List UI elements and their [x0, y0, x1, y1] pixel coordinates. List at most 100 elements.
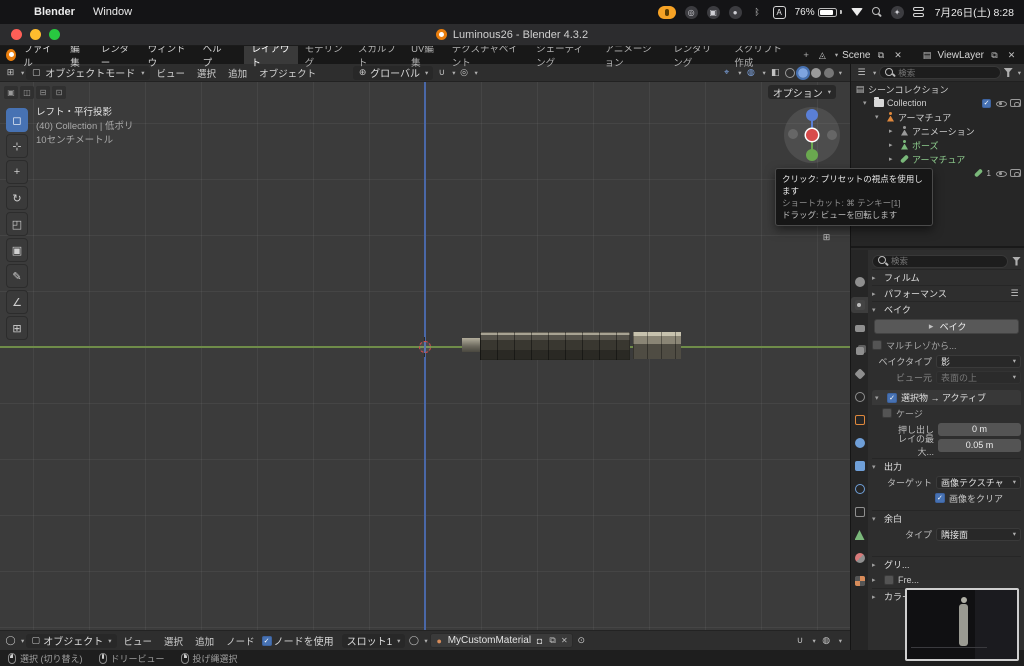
tab-uv[interactable]: UV編集	[404, 44, 445, 69]
use-nodes-checkbox[interactable]: ✓	[261, 635, 272, 646]
browse-material-icon[interactable]: ◯	[407, 634, 420, 647]
shading-material-icon[interactable]	[810, 67, 821, 78]
render-visibility-icon[interactable]	[1010, 99, 1021, 107]
shading-wireframe-icon[interactable]	[784, 67, 795, 78]
outliner-filter-icon[interactable]	[1003, 68, 1013, 77]
annotate-tool[interactable]: ✎	[6, 264, 28, 288]
tab-sculpt[interactable]: スカルプト	[351, 44, 404, 69]
transform-tool[interactable]: ▣	[6, 238, 28, 262]
tab-physics[interactable]	[851, 481, 868, 497]
spotlight-icon[interactable]	[871, 7, 882, 17]
extrusion-field[interactable]: 0 m	[938, 422, 1021, 436]
from-multires-checkbox[interactable]	[872, 340, 882, 350]
panel-margin[interactable]: ▾ 余白	[872, 510, 1021, 526]
battery-indicator[interactable]: 76%	[795, 7, 842, 18]
copy-material-icon[interactable]: ⧉	[548, 634, 557, 647]
outliner-editor-icon[interactable]: ☰	[855, 66, 868, 79]
panel-output[interactable]: ▾ 出力	[872, 458, 1021, 474]
add-workspace-button[interactable]: +	[796, 46, 816, 64]
render-visibility-icon[interactable]	[1010, 169, 1021, 177]
cage-checkbox[interactable]	[882, 408, 892, 418]
options-dropdown[interactable]: オプション ▾	[767, 85, 836, 100]
expand-icon[interactable]: ▸	[889, 155, 897, 163]
slot-dropdown[interactable]: スロット1 ▾	[341, 633, 406, 648]
fake-user-icon[interactable]: ◘	[535, 634, 544, 647]
status-icon-1[interactable]: ◎	[684, 5, 698, 19]
margin-type-dropdown[interactable]: 隣接面 ▾	[936, 527, 1021, 541]
panel-bake[interactable]: ▾ ベイク	[872, 301, 1021, 317]
bluetooth-icon[interactable]: ᛒ	[751, 6, 764, 19]
mesh-object-end[interactable]	[633, 332, 681, 359]
target-dropdown[interactable]: 画像テクスチャ ▾	[936, 475, 1021, 489]
tab-world[interactable]	[851, 389, 868, 405]
ray-distance-field[interactable]: 0.05 m	[938, 438, 1021, 452]
window-titlebar[interactable]: Luminous26 - Blender 4.3.2	[0, 24, 1024, 46]
show-gizmo-icon[interactable]: ⌖	[720, 66, 733, 79]
tab-object-data[interactable]	[851, 527, 868, 543]
ortho-grid-icon[interactable]: ⊞	[820, 231, 833, 244]
blender-app-icon[interactable]	[6, 49, 17, 61]
panel-grease-pencil[interactable]: ▸ グリ...	[872, 556, 1021, 572]
outliner-row-collection[interactable]: ▾ Collection ✓	[851, 96, 1024, 110]
pin-icon[interactable]: ⊙	[575, 634, 588, 647]
shader-type-dropdown[interactable]: ▢ オブジェクト ▾	[26, 633, 117, 648]
mic-indicator-icon[interactable]	[657, 5, 676, 19]
move-tool[interactable]: +	[6, 160, 28, 184]
viewlayer-name[interactable]: ViewLayer	[937, 50, 984, 61]
delete-scene-icon[interactable]: ✕	[891, 49, 904, 62]
editor-type-icon[interactable]: ⊞	[4, 66, 17, 79]
select-mode-intersect-icon[interactable]: ⊡	[52, 86, 66, 99]
tab-scene[interactable]	[851, 366, 868, 382]
collection-checkbox[interactable]: ✓	[982, 98, 991, 108]
gizmo-neg-axis-right[interactable]	[827, 130, 837, 140]
outliner-row-pose[interactable]: ▸ ポーズ	[851, 138, 1024, 152]
add-cube-tool[interactable]: ⊞	[6, 316, 28, 340]
freestyle-checkbox[interactable]	[884, 575, 894, 585]
outliner-row-armature-object[interactable]: ▾ アーマチュア	[851, 110, 1024, 124]
control-center-icon[interactable]	[912, 7, 924, 17]
viewport-canvas[interactable]: ▣ ◫ ⊟ ⊡ オプション ▾ ◻ ⊹ + ↻ ◰ ▣ ✎ ∠ ⊞ レフト・平行…	[0, 82, 850, 630]
outliner-row-scene-collection[interactable]: ▤ シーンコレクション	[851, 82, 1024, 96]
shading-solid-icon[interactable]	[795, 65, 810, 80]
rotate-tool[interactable]: ↻	[6, 186, 28, 210]
status-icon-2[interactable]: ▣	[706, 5, 720, 19]
select-box-tool[interactable]: ◻	[6, 108, 28, 132]
panel-performance[interactable]: ▸ パフォーマンス ☰	[872, 285, 1021, 301]
tab-scripting[interactable]: スクリプト作成	[727, 44, 796, 69]
gizmo-neg-axis-left[interactable]	[788, 129, 798, 139]
material-name-field[interactable]: ● MyCustomMaterial ◘ ⧉ ✕	[429, 633, 573, 648]
tab-texture-paint[interactable]: テクスチャペイント	[445, 44, 529, 69]
cursor-tool[interactable]: ⊹	[6, 134, 28, 158]
selected-to-active-checkbox[interactable]: ✓	[887, 392, 897, 403]
siri-icon[interactable]: ✦	[890, 5, 904, 19]
outliner-search-input[interactable]	[898, 67, 995, 78]
overlay-node-icon[interactable]: ◍	[820, 634, 833, 647]
tab-output[interactable]	[851, 320, 868, 336]
tab-modeling[interactable]: モデリング	[298, 44, 351, 69]
shader-add-menu[interactable]: 追加	[190, 634, 219, 648]
app-menu[interactable]: Blender	[34, 6, 75, 18]
scene-name[interactable]: Scene	[842, 50, 870, 61]
expand-icon[interactable]: ▸	[889, 141, 897, 149]
mesh-object-body[interactable]	[480, 332, 630, 360]
expand-icon[interactable]: ▸	[889, 127, 897, 135]
scale-tool[interactable]: ◰	[6, 212, 28, 236]
outliner-search[interactable]	[879, 66, 1001, 79]
panel-film[interactable]: ▸ フィルム	[872, 269, 1021, 285]
tab-modifiers[interactable]	[851, 435, 868, 451]
bake-type-dropdown[interactable]: 影 ▾	[936, 354, 1021, 368]
select-mode-extend-icon[interactable]: ◫	[20, 86, 34, 99]
gizmo-x-axis[interactable]	[806, 129, 818, 141]
bake-button[interactable]: ▸ ベイク	[874, 319, 1019, 334]
shader-select-menu[interactable]: 選択	[159, 634, 188, 648]
properties-search-input[interactable]	[891, 256, 1002, 266]
shader-editor-type-icon[interactable]: ◯	[4, 634, 17, 647]
clear-image-checkbox[interactable]: ✓	[934, 493, 945, 503]
viewlayer-icon[interactable]: ▤	[920, 49, 933, 62]
wifi-icon[interactable]	[850, 8, 863, 16]
tab-constraints[interactable]	[851, 504, 868, 520]
navigation-gizmo[interactable]	[784, 107, 840, 163]
scene-icon[interactable]: ◬	[816, 49, 829, 62]
tab-shading[interactable]: シェーディング	[529, 44, 597, 69]
select-mode-subtract-icon[interactable]: ⊟	[36, 86, 50, 99]
